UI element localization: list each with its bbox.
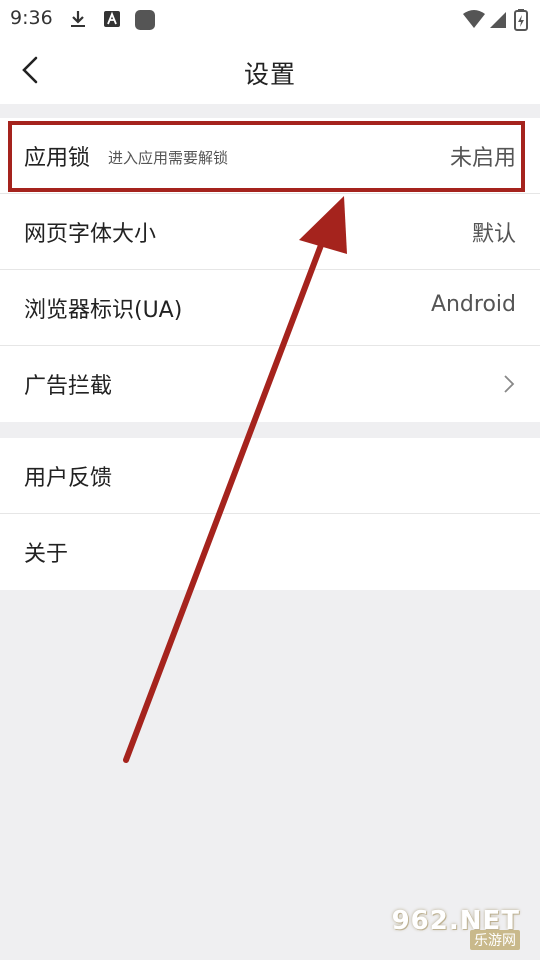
setting-value: 默认: [471, 222, 516, 247]
wifi-icon: [463, 10, 485, 28]
chevron-right-icon: [504, 375, 515, 393]
setting-row-app-lock[interactable]: 应用锁 进入应用需要解锁 未启用: [0, 118, 540, 194]
setting-row-ad-block[interactable]: 广告拦截: [0, 346, 540, 422]
battery-icon: [514, 9, 528, 31]
app-bar: 设置: [0, 38, 540, 104]
setting-value: 未启用: [449, 146, 516, 171]
setting-label: 关于: [24, 542, 69, 567]
app-square-icon: [135, 10, 155, 30]
status-bar: 9:36: [0, 0, 540, 38]
setting-row-about[interactable]: 关于: [0, 514, 540, 590]
download-icon: [71, 11, 85, 27]
page-title: 设置: [243, 60, 296, 89]
setting-label: 网页字体大小: [24, 222, 157, 247]
watermark-logo: 962.NET 乐游网: [392, 906, 532, 954]
setting-row-feedback[interactable]: 用户反馈: [0, 438, 540, 514]
keyboard-a-icon: [104, 11, 120, 27]
settings-group-general: 应用锁 进入应用需要解锁 未启用 网页字体大小 默认 浏览器标识(UA) And…: [0, 118, 540, 422]
status-time: 9:36: [10, 7, 53, 29]
setting-value: Android: [430, 292, 516, 317]
setting-label: 浏览器标识(UA): [24, 298, 183, 323]
setting-label: 用户反馈: [24, 466, 113, 491]
setting-label: 应用锁: [24, 146, 91, 171]
setting-subtitle: 进入应用需要解锁: [108, 149, 229, 167]
settings-group-other: 用户反馈 关于: [0, 438, 540, 590]
signal-icon: [490, 12, 506, 28]
setting-row-user-agent[interactable]: 浏览器标识(UA) Android: [0, 270, 540, 346]
setting-row-font-size[interactable]: 网页字体大小 默认: [0, 194, 540, 270]
setting-label: 广告拦截: [24, 374, 113, 399]
watermark-subtext: 乐游网: [470, 930, 520, 950]
